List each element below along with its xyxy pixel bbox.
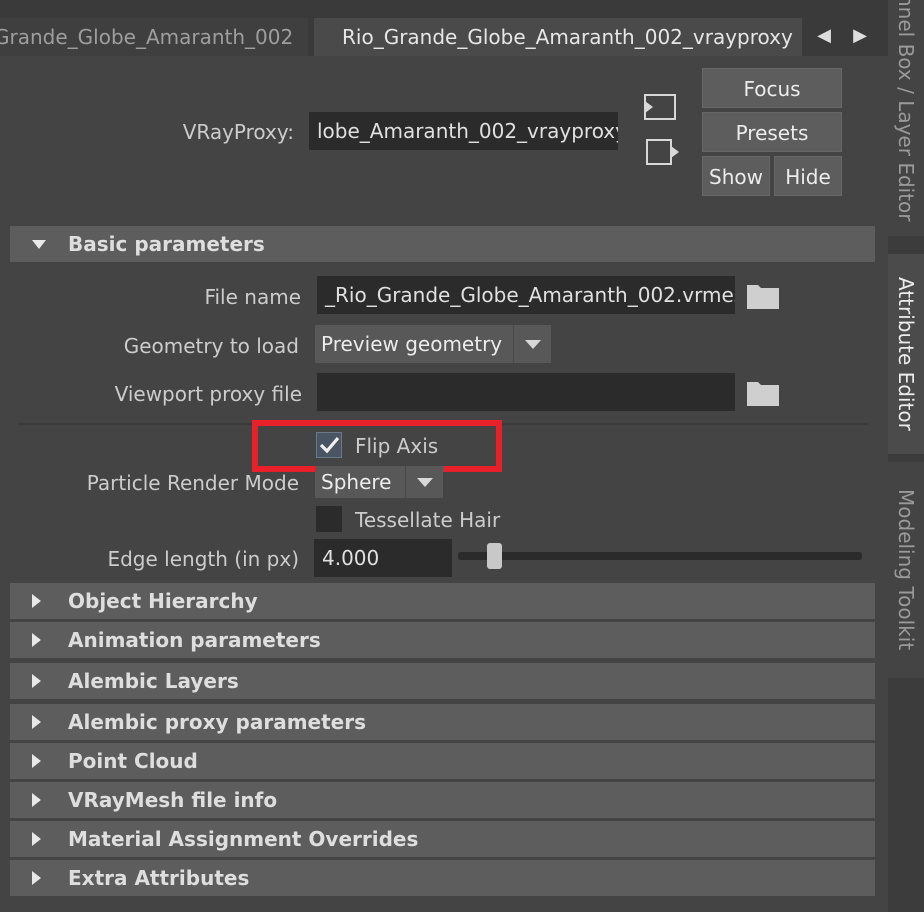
section-material-assignment-overrides[interactable]: Material Assignment Overrides: [10, 821, 875, 857]
vrayproxy-name-field[interactable]: lobe_Amaranth_002_vrayproxy: [309, 112, 618, 150]
section-title: Alembic Layers: [68, 669, 239, 693]
highlight-box: [252, 420, 502, 472]
input-connection-icon[interactable]: [642, 91, 678, 123]
section-title: Animation parameters: [68, 628, 321, 652]
particle-render-mode-label: Particle Render Mode: [86, 471, 299, 495]
presets-button[interactable]: Presets: [702, 112, 842, 152]
geometry-to-load-value: Preview geometry: [321, 332, 503, 356]
edge-length-slider-track[interactable]: [458, 552, 862, 560]
chevron-down-icon: [513, 325, 551, 363]
expand-triangle-icon: [10, 583, 68, 619]
expand-triangle-icon: [10, 743, 68, 779]
edge-length-field[interactable]: 4.000: [314, 539, 452, 577]
folder-icon[interactable]: [746, 379, 780, 407]
tab-scroll-left-icon[interactable]: ◀: [810, 22, 838, 50]
viewport-proxy-file-label: Viewport proxy file: [114, 382, 302, 406]
output-connection-icon[interactable]: [644, 136, 680, 168]
section-vraymesh-file-info[interactable]: VRayMesh file info: [10, 782, 875, 818]
folder-icon[interactable]: [746, 282, 780, 310]
tab-vrayproxy[interactable]: Rio_Grande_Globe_Amaranth_002_vrayproxy: [314, 18, 802, 56]
tab-scroll-right-icon[interactable]: ▶: [846, 22, 874, 50]
section-point-cloud[interactable]: Point Cloud: [10, 743, 875, 779]
expand-triangle-icon: [10, 782, 68, 818]
section-title: Basic parameters: [68, 232, 265, 256]
hide-button[interactable]: Hide: [774, 156, 842, 196]
tab-attribute-editor[interactable]: Attribute Editor: [888, 254, 924, 454]
section-basic-parameters[interactable]: Basic parameters: [10, 226, 875, 262]
geometry-to-load-label: Geometry to load: [123, 334, 299, 358]
section-object-hierarchy[interactable]: Object Hierarchy: [10, 583, 875, 619]
section-extra-attributes[interactable]: Extra Attributes: [10, 860, 875, 896]
tab-channel-box[interactable]: nnel Box / Layer Editor: [888, 0, 924, 236]
expand-triangle-icon: [10, 704, 68, 740]
viewport-proxy-file-field[interactable]: [317, 373, 735, 411]
section-animation-parameters[interactable]: Animation parameters: [10, 622, 875, 658]
tessellate-hair-label: Tessellate Hair: [355, 508, 501, 532]
section-title: Point Cloud: [68, 749, 198, 773]
section-title: Extra Attributes: [68, 866, 250, 890]
geometry-to-load-dropdown[interactable]: Preview geometry: [315, 325, 551, 363]
section-alembic-proxy-parameters[interactable]: Alembic proxy parameters: [10, 704, 875, 740]
expand-triangle-icon: [10, 860, 68, 896]
expand-triangle-icon: [10, 821, 68, 857]
edge-length-label: Edge length (in px): [107, 547, 299, 571]
particle-render-mode-dropdown[interactable]: Sphere: [315, 466, 443, 498]
edge-length-slider-handle[interactable]: [487, 543, 502, 569]
collapse-triangle-icon: [10, 226, 68, 262]
section-title: Object Hierarchy: [68, 589, 258, 613]
tab-bar: Grande_Globe_Amaranth_002 Rio_Grande_Glo…: [0, 0, 888, 56]
section-title: VRayMesh file info: [68, 788, 278, 812]
file-name-label: File name: [204, 285, 301, 309]
chevron-down-icon: [405, 466, 443, 498]
expand-triangle-icon: [10, 622, 68, 658]
tab-grande-globe[interactable]: Grande_Globe_Amaranth_002: [0, 18, 308, 56]
tessellate-hair-checkbox[interactable]: [316, 506, 342, 532]
section-title: Material Assignment Overrides: [68, 827, 419, 851]
focus-button[interactable]: Focus: [702, 68, 842, 108]
expand-triangle-icon: [10, 663, 68, 699]
vrayproxy-label: VRayProxy:: [182, 120, 294, 144]
tab-modeling-toolkit[interactable]: Modeling Toolkit: [888, 462, 924, 678]
show-button[interactable]: Show: [702, 156, 770, 196]
section-title: Alembic proxy parameters: [68, 710, 367, 734]
section-alembic-layers[interactable]: Alembic Layers: [10, 663, 875, 699]
file-name-field[interactable]: _Rio_Grande_Globe_Amaranth_002.vrmesh: [317, 276, 735, 314]
particle-render-mode-value: Sphere: [321, 470, 392, 494]
